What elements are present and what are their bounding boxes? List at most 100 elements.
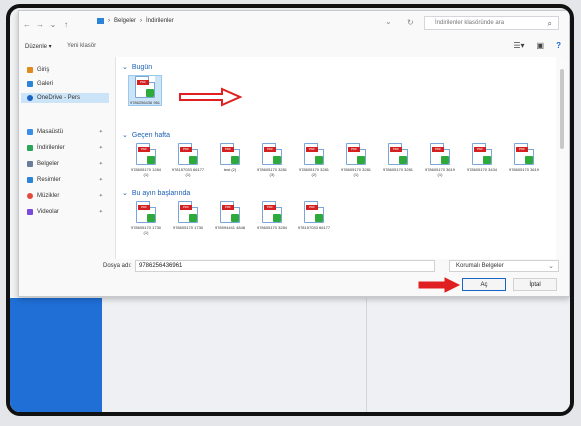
annotation-arrow-icon: [179, 87, 242, 107]
file-item[interactable]: PDF 978994441 4848: [214, 201, 246, 230]
pdf-file-icon: PDF: [220, 143, 240, 165]
file-item[interactable]: PDF 978605170 1730: [172, 201, 204, 230]
chevron-down-icon[interactable]: ⌄: [385, 17, 392, 26]
file-item[interactable]: PDF 978605170 1730 (1): [130, 201, 162, 235]
lock-icon: [525, 156, 533, 164]
up-icon[interactable]: ↑: [61, 18, 71, 30]
sidebar-item-home[interactable]: Giriş: [27, 65, 107, 75]
toolbar: Düzenle ▾ Yeni klasör ☰▾ ▣ ?: [19, 39, 569, 55]
lock-icon: [147, 156, 155, 164]
file-item[interactable]: PDF 978605170 3619(1): [424, 143, 456, 177]
file-name: 978605170 3281 (1): [340, 167, 372, 177]
documents-icon: [27, 161, 33, 167]
back-icon[interactable]: ←: [22, 18, 32, 30]
group-header-this-month[interactable]: ⌄ Bu ayın başlarında: [122, 189, 190, 198]
refresh-icon[interactable]: ↻: [407, 18, 414, 27]
lock-icon: [147, 214, 155, 222]
filename-label: Dosya adı:: [103, 263, 132, 269]
recent-icon[interactable]: ⌄: [48, 18, 58, 30]
pdf-file-icon: PDF: [220, 201, 240, 223]
sidebar-item-documents[interactable]: Belgeler ✦: [27, 159, 107, 169]
lock-icon: [399, 156, 407, 164]
sidebar-item-pictures[interactable]: Resimler ✦: [27, 175, 107, 185]
organize-button[interactable]: Düzenle ▾: [25, 43, 52, 50]
preview-pane-icon[interactable]: ▣: [537, 41, 545, 50]
breadcrumb-item[interactable]: Belgeler: [114, 18, 136, 24]
filename-input[interactable]: 9786256436961: [135, 260, 435, 272]
file-item[interactable]: PDF 978605170 3434: [466, 143, 498, 172]
pdf-file-icon: PDF: [388, 143, 408, 165]
file-item[interactable]: PDF 978605170 3281 (3): [256, 143, 288, 177]
lock-icon: [146, 89, 154, 97]
pdf-file-icon: PDF: [178, 143, 198, 165]
pdf-file-icon: PDF: [262, 143, 282, 165]
filename-value: 9786256436961: [139, 263, 183, 269]
pin-icon: ✦: [98, 193, 103, 199]
gallery-icon: [27, 81, 33, 87]
lock-icon: [231, 156, 239, 164]
file-name: 978157033 66177 (1): [171, 167, 205, 177]
sidebar-item-desktop[interactable]: Masaüstü ✦: [27, 127, 107, 137]
forward-icon[interactable]: →: [35, 18, 45, 30]
pdf-file-icon: PDF: [304, 201, 324, 223]
folder-icon: [97, 18, 104, 24]
background-divider: [366, 298, 367, 412]
home-icon: [27, 67, 33, 73]
file-name: 978605170 3281 (3): [256, 167, 288, 177]
cancel-button[interactable]: İptal: [513, 278, 557, 291]
address-bar: ← → ⌄ ↑ › Belgeler › İndirilenler ⌄ ↻ İn…: [19, 11, 569, 37]
lock-icon: [441, 156, 449, 164]
breadcrumb[interactable]: › Belgeler › İndirilenler: [97, 18, 174, 24]
chevron-down-icon: ⌄: [122, 132, 128, 139]
breadcrumb-item[interactable]: İndirilenler: [146, 18, 174, 24]
chevron-down-icon: ⌄: [548, 263, 554, 270]
sidebar-item-videos[interactable]: Videolar ✦: [27, 207, 107, 217]
file-name: 978605170 3619(1): [424, 167, 456, 177]
lock-icon: [315, 156, 323, 164]
help-icon[interactable]: ?: [556, 41, 561, 50]
pdf-file-icon: PDF: [136, 201, 156, 223]
file-list: ⌄ Bugün PDF 9786256436 961 ⌄ Geçen hafta…: [115, 57, 556, 259]
file-item[interactable]: PDF 978605170 1284 (1): [130, 143, 162, 177]
onedrive-icon: [27, 95, 33, 101]
scrollbar-thumb[interactable]: [560, 69, 564, 149]
file-item[interactable]: PDF 978157033 66177 (1): [172, 143, 204, 177]
file-item[interactable]: PDF 978605170 3284: [256, 201, 288, 230]
open-button[interactable]: Aç: [462, 278, 506, 291]
view-options-icon[interactable]: ☰▾: [513, 41, 524, 50]
pdf-file-icon: PDF: [262, 201, 282, 223]
file-item[interactable]: PDF 978605170 3619: [508, 143, 540, 172]
file-item[interactable]: PDF 978605170 3281 (2): [298, 143, 330, 177]
sidebar-item-label: Müzikler: [37, 193, 60, 199]
file-item[interactable]: PDF test (2): [214, 143, 246, 172]
screenshot-frame: ← → ⌄ ↑ › Belgeler › İndirilenler ⌄ ↻ İn…: [6, 4, 574, 416]
vertical-scrollbar[interactable]: [559, 59, 565, 255]
sidebar-item-label: Belgeler: [37, 161, 60, 167]
music-icon: [27, 193, 33, 199]
lock-icon: [189, 214, 197, 222]
desktop-icon: [27, 129, 33, 135]
file-type-select[interactable]: Korumalı Belgeler ⌄: [449, 260, 559, 272]
sidebar-item-label: OneDrive - Pers: [37, 95, 81, 101]
file-name: 978605170 1730: [172, 225, 204, 230]
file-item[interactable]: PDF 978605170 3281: [382, 143, 414, 172]
search-placeholder: İndirilenler klasöründe ara: [435, 20, 505, 26]
sidebar-item-music[interactable]: Müzikler ✦: [27, 191, 107, 201]
sidebar-item-downloads[interactable]: İndirilenler ✦: [27, 143, 107, 153]
file-name: 978605170 3619: [508, 167, 540, 172]
sidebar-item-onedrive[interactable]: OneDrive - Pers: [21, 93, 109, 103]
group-header-today[interactable]: ⌄ Bugün: [122, 63, 152, 72]
open-file-dialog: ← → ⌄ ↑ › Belgeler › İndirilenler ⌄ ↻ İn…: [18, 10, 570, 297]
file-item[interactable]: PDF 978157033 66177: [298, 201, 330, 230]
pdf-file-icon: PDF: [135, 76, 155, 98]
file-item[interactable]: PDF 9786256436 961: [128, 75, 162, 106]
file-item[interactable]: PDF 978605170 3281 (1): [340, 143, 372, 177]
file-type-value: Korumalı Belgeler: [456, 263, 504, 269]
new-folder-button[interactable]: Yeni klasör: [67, 43, 96, 49]
lock-icon: [357, 156, 365, 164]
search-input[interactable]: İndirilenler klasöründe ara ⌕: [424, 16, 559, 30]
group-header-last-week[interactable]: ⌄ Geçen hafta: [122, 131, 170, 140]
view-controls: ☰▾ ▣ ?: [513, 41, 561, 50]
sidebar-item-gallery[interactable]: Galeri: [27, 79, 107, 89]
pdf-file-icon: PDF: [514, 143, 534, 165]
